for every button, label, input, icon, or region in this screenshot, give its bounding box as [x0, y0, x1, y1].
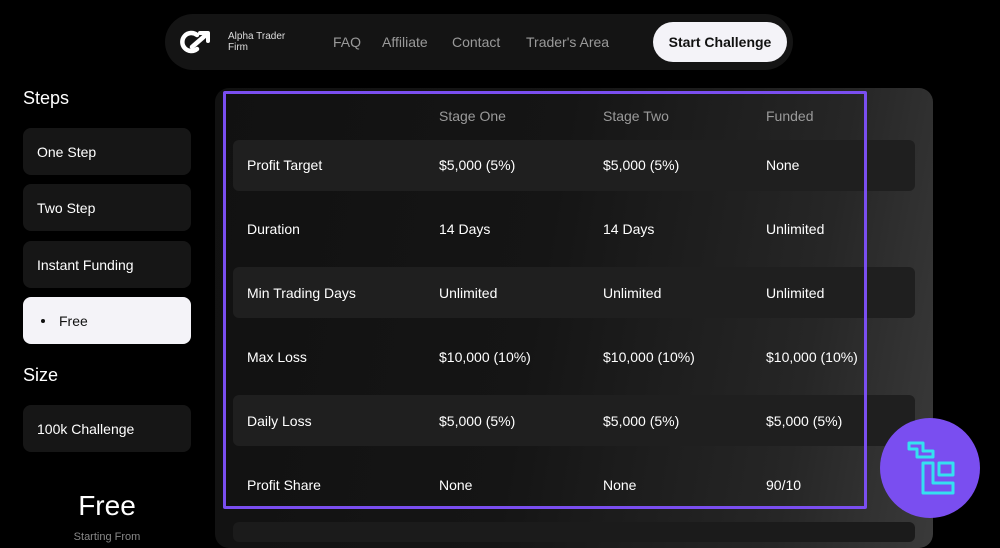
table-cell: $10,000 (10%): [603, 349, 695, 365]
table-cell: $10,000 (10%): [766, 349, 858, 365]
table-cell: $5,000 (5%): [439, 157, 516, 173]
size-option-100k[interactable]: 100k Challenge: [23, 405, 191, 452]
step-option-label: Instant Funding: [37, 256, 134, 273]
size-heading: Size: [23, 365, 59, 385]
table-cell: Unlimited: [766, 221, 825, 237]
steps-heading: Steps: [23, 88, 70, 108]
step-option-free[interactable]: Free: [23, 297, 191, 344]
step-option-label: Free: [59, 312, 88, 329]
table-cell: None: [766, 157, 800, 173]
step-option-label: Two Step: [37, 199, 96, 216]
step-option-label: One Step: [37, 143, 97, 160]
table-footer-strip: [233, 522, 915, 542]
row-label-min-trading-days: Min Trading Days: [247, 285, 356, 301]
table-cell: Unlimited: [439, 285, 498, 301]
table-cell: 90/10: [766, 477, 802, 493]
table-cell: 14 Days: [603, 221, 655, 237]
table-cell: $5,000 (5%): [439, 413, 516, 429]
step-option-instant-funding[interactable]: Instant Funding: [23, 241, 191, 288]
column-header-funded: Funded: [766, 108, 814, 124]
table-cell: None: [603, 477, 637, 493]
plan-name: Free: [78, 490, 136, 521]
watermark-badge: [880, 418, 980, 518]
row-label-profit-share: Profit Share: [247, 477, 321, 493]
step-option-one-step[interactable]: One Step: [23, 128, 191, 175]
table-row-stripe: [233, 140, 915, 191]
table-cell: Unlimited: [766, 285, 825, 301]
column-header-stage-one: Stage One: [439, 108, 506, 124]
table-cell: $5,000 (5%): [603, 157, 680, 173]
row-label-max-loss: Max Loss: [247, 349, 307, 365]
brand-logo-icon[interactable]: [180, 27, 216, 57]
selected-dot-icon: [41, 318, 45, 323]
size-option-label: 100k Challenge: [37, 420, 135, 437]
table-cell: 14 Days: [439, 221, 491, 237]
row-label-profit-target: Profit Target: [247, 157, 323, 173]
brand-name: Alpha Trader Firm: [228, 31, 286, 53]
plan-subtitle: Starting From: [73, 531, 141, 543]
table-cell: $5,000 (5%): [766, 413, 843, 429]
start-challenge-button[interactable]: Start Challenge: [653, 22, 787, 62]
table-cell: None: [439, 477, 473, 493]
table-cell: Unlimited: [603, 285, 662, 301]
column-header-stage-two: Stage Two: [603, 108, 669, 124]
nav-link-contact[interactable]: Contact: [452, 34, 500, 50]
table-cell: $10,000 (10%): [439, 349, 531, 365]
row-label-duration: Duration: [247, 221, 300, 237]
table-cell: $5,000 (5%): [603, 413, 680, 429]
step-option-two-step[interactable]: Two Step: [23, 184, 191, 231]
nav-link-traders-area[interactable]: Trader's Area: [526, 34, 609, 50]
nav-link-faq[interactable]: FAQ: [333, 34, 361, 50]
row-label-daily-loss: Daily Loss: [247, 413, 312, 429]
tc-logo-icon: [907, 441, 955, 495]
nav-link-affiliate[interactable]: Affiliate: [382, 34, 428, 50]
top-nav: Alpha Trader Firm FAQ Affiliate Contact …: [165, 14, 793, 70]
